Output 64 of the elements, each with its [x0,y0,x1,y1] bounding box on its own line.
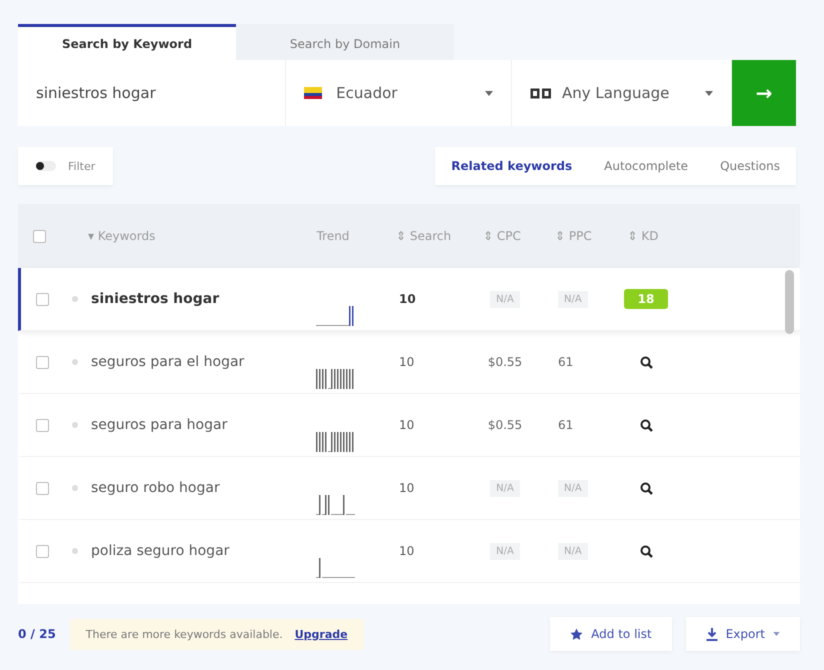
country-dropdown[interactable]: Ecuador [286,60,512,126]
keyword-cell: seguros para hogar [91,417,228,433]
row-checkbox[interactable] [36,544,48,558]
select-all-checkbox[interactable] [32,230,46,242]
search-tab[interactable]: Search by Domain [236,24,454,60]
keyword-cell: seguros para el hogar [91,354,244,370]
result-tab[interactable]: Autocomplete [588,147,704,185]
ppc-cell: 61 [558,355,574,369]
keyword-cell: poliza seguro hogar [91,543,230,559]
cpc-cell: $0.55 [488,355,522,369]
drag-handle-icon[interactable] [72,359,78,365]
drag-handle-icon[interactable] [72,485,78,491]
export-button[interactable]: Export [686,617,800,651]
row-checkbox[interactable] [36,356,48,368]
keyword-input[interactable]: siniestros hogar [18,60,286,126]
keyword-cell: siniestros hogar [91,291,220,307]
ppc-cell: 61 [558,418,574,432]
drag-handle-icon[interactable] [72,548,78,554]
filter-toggle[interactable] [36,161,56,171]
cpc-cell: N/A [490,290,520,308]
ppc-cell: N/A [558,290,588,308]
result-tab[interactable]: Questions [704,147,796,185]
caret-icon [773,632,780,636]
ppc-cell: N/A [558,480,588,496]
selection-count: 0 / 25 [18,627,56,641]
keyword-row[interactable]: seguros para hogar 10 $0.55 61 [18,394,800,457]
row-checkbox[interactable] [36,292,48,306]
row-checkbox[interactable] [36,482,48,494]
difficulty-badge: 18 [624,289,668,309]
flag-icon [304,87,322,99]
translate-icon [530,88,552,98]
add-to-list-button[interactable]: Add to list [550,617,672,651]
ppc-cell: N/A [558,542,588,560]
notice-text: There are more keywords available. [86,628,283,640]
caret-icon [484,90,493,96]
language-dropdown[interactable]: Any Language [512,60,732,126]
search-volume-cell: 10 [399,292,416,306]
upgrade-link[interactable]: Upgrade [294,628,348,640]
caret-icon [704,90,713,96]
download-icon [706,628,718,640]
search-volume-cell: 10 [399,355,414,369]
filter-label: Filter [68,160,96,172]
search-icon[interactable] [640,356,652,368]
search-tab[interactable]: Search by Keyword [18,24,236,60]
drag-handle-icon[interactable] [72,422,78,428]
result-tab[interactable]: Related keywords [435,147,588,185]
search-volume-cell: 10 [399,481,414,495]
row-checkbox[interactable] [36,418,48,432]
search-icon[interactable] [640,482,652,494]
search-icon[interactable] [640,544,652,558]
cpc-cell: $0.55 [488,418,522,432]
cpc-cell: N/A [490,480,520,496]
keyword-row[interactable]: seguros para el hogar 10 $0.55 61 [18,331,800,394]
search-volume-cell: 10 [399,418,414,432]
search-volume-cell: 10 [399,544,414,558]
search-icon[interactable] [640,418,652,432]
star-icon [570,628,584,640]
filter-control[interactable]: Filter [18,147,114,185]
drag-handle-icon[interactable] [72,296,78,302]
cpc-cell: N/A [490,542,520,560]
keyword-row[interactable]: poliza seguro hogar 10 N/A N/A [18,520,800,583]
keyword-cell: seguro robo hogar [91,480,220,496]
scrollbar[interactable] [785,270,794,334]
keyword-row[interactable]: seguro robo hogar 10 N/A N/A [18,457,800,520]
